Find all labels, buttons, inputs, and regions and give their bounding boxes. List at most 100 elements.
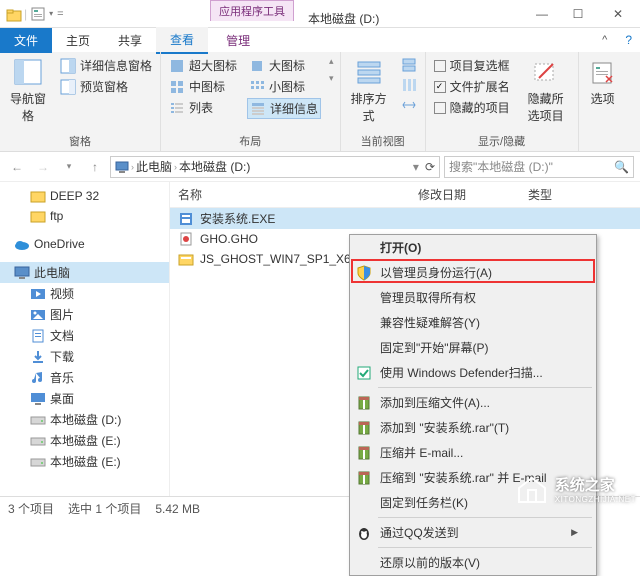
ribbon-collapse-icon[interactable]: ^ xyxy=(592,34,617,46)
col-date[interactable]: 修改日期 xyxy=(410,182,520,207)
menu-separator xyxy=(378,547,592,548)
close-button[interactable]: ✕ xyxy=(596,0,640,27)
menu-take-ownership[interactable]: 管理员取得所有权 xyxy=(350,285,596,310)
breadcrumb[interactable]: › 此电脑 › 本地磁盘 (D:) ▾ ⟳ xyxy=(110,156,440,178)
search-icon[interactable]: 🔍 xyxy=(614,160,629,174)
forward-button[interactable]: → xyxy=(32,156,54,178)
layout-details[interactable]: 详细信息 xyxy=(247,98,321,119)
options-button[interactable]: 选项 xyxy=(585,56,621,109)
preview-pane-button[interactable]: 预览窗格 xyxy=(58,77,154,96)
menu-separator xyxy=(378,517,592,518)
quick-access-toolbar: | ▾ = xyxy=(0,0,70,27)
tree-node-pictures[interactable]: 图片 xyxy=(0,304,169,325)
qat-divider: | xyxy=(24,7,27,21)
maximize-button[interactable]: ☐ xyxy=(560,0,596,27)
detail-pane-button[interactable]: 详细信息窗格 xyxy=(58,56,154,75)
tab-home[interactable]: 主页 xyxy=(52,28,104,53)
col-name[interactable]: 名称 xyxy=(170,182,410,207)
watermark-logo-icon xyxy=(515,472,549,506)
back-button[interactable]: ← xyxy=(6,156,28,178)
sort-by-button[interactable]: 排序方式 xyxy=(347,56,391,126)
menu-restore-previous[interactable]: 还原以前的版本(V) xyxy=(350,550,596,575)
properties-icon[interactable] xyxy=(31,7,45,21)
drive-icon xyxy=(30,454,46,470)
menu-add-archive[interactable]: 添加到压缩文件(A)... xyxy=(350,390,596,415)
menu-compress-email[interactable]: 压缩并 E-mail... xyxy=(350,440,596,465)
group-panes: 导航窗格 详细信息窗格 预览窗格 窗格 xyxy=(0,52,161,151)
music-icon xyxy=(30,370,46,386)
hidden-items-toggle[interactable]: 隐藏的项目 xyxy=(432,98,512,117)
hide-selected-button[interactable]: 隐藏所选项目 xyxy=(520,56,572,126)
layout-medium[interactable]: 中图标 xyxy=(167,77,239,96)
group-current-view: 排序方式 当前视图 xyxy=(341,52,426,151)
ribbon: 导航窗格 详细信息窗格 预览窗格 窗格 超大图标 中图标 列表 大图标 小图标 … xyxy=(0,52,640,152)
drive-icon xyxy=(30,412,46,428)
layout-large[interactable]: 大图标 xyxy=(247,56,321,75)
item-checkboxes-toggle[interactable]: 项目复选框 xyxy=(432,56,512,75)
tree-node-this-pc[interactable]: 此电脑 xyxy=(0,262,169,283)
menu-open[interactable]: 打开(O) xyxy=(350,235,596,260)
tab-share[interactable]: 共享 xyxy=(104,28,156,53)
chevron-right-icon[interactable]: › xyxy=(174,162,177,172)
search-input[interactable]: 搜索"本地磁盘 (D:)" 🔍 xyxy=(444,156,634,178)
list-item[interactable]: 安装系统.EXE xyxy=(170,208,640,229)
nav-pane-icon xyxy=(13,58,43,88)
group-layout: 超大图标 中图标 列表 大图标 小图标 详细信息 ▴ ▾ 布局 xyxy=(161,52,341,151)
tab-manage[interactable]: 管理 xyxy=(212,28,264,53)
layout-extra-large[interactable]: 超大图标 xyxy=(167,56,239,75)
up-button[interactable]: ↑ xyxy=(84,156,106,178)
tree-node-drive[interactable]: 本地磁盘 (E:) xyxy=(0,430,169,451)
menu-send-qq[interactable]: 通过QQ发送到▶ xyxy=(350,520,596,545)
crumb-drive[interactable]: 本地磁盘 (D:) xyxy=(179,158,250,175)
help-icon[interactable]: ? xyxy=(617,33,640,47)
drive-icon xyxy=(30,433,46,449)
crumb-pc[interactable]: 此电脑 xyxy=(136,158,172,175)
address-dropdown-icon[interactable]: ▾ xyxy=(413,160,419,174)
menu-defender-scan[interactable]: 使用 Windows Defender扫描... xyxy=(350,360,596,385)
history-dropdown[interactable]: ▾ xyxy=(58,156,80,178)
rar-icon xyxy=(356,395,372,411)
tree-node-downloads[interactable]: 下载 xyxy=(0,346,169,367)
tree-node[interactable]: ftp xyxy=(0,206,169,226)
chevron-right-icon: ▶ xyxy=(571,527,578,538)
col-type[interactable]: 类型 xyxy=(520,182,640,207)
tree-node-videos[interactable]: 视频 xyxy=(0,283,169,304)
navigation-tree[interactable]: DEEP 32 ftp OneDrive 此电脑 视频 图片 文档 下载 音乐 … xyxy=(0,182,170,496)
minimize-button[interactable]: — xyxy=(524,0,560,27)
layout-scroll-down[interactable]: ▾ xyxy=(329,73,334,84)
layout-list[interactable]: 列表 xyxy=(167,98,239,117)
onedrive-icon xyxy=(14,236,30,252)
menu-pin-start[interactable]: 固定到"开始"屏幕(P) xyxy=(350,335,596,360)
add-columns-button[interactable] xyxy=(399,76,419,94)
chevron-right-icon[interactable]: › xyxy=(131,162,134,172)
folder-icon xyxy=(30,208,46,224)
tree-node-drive[interactable]: 本地磁盘 (D:) xyxy=(0,409,169,430)
qat-dropdown-icon[interactable]: ▾ xyxy=(49,9,53,18)
group-by-button[interactable] xyxy=(399,56,419,74)
context-menu: 打开(O) 以管理员身份运行(A) 管理员取得所有权 兼容性疑难解答(Y) 固定… xyxy=(349,234,597,576)
menu-compatibility[interactable]: 兼容性疑难解答(Y) xyxy=(350,310,596,335)
layout-small[interactable]: 小图标 xyxy=(247,77,321,96)
tree-node-onedrive[interactable]: OneDrive xyxy=(0,234,169,254)
watermark-url: XITONGZHIJIA.NET xyxy=(555,495,636,504)
refresh-icon[interactable]: ⟳ xyxy=(421,160,435,174)
nav-pane-button[interactable]: 导航窗格 xyxy=(6,56,50,126)
layout-scroll-up[interactable]: ▴ xyxy=(329,56,334,67)
file-extensions-toggle[interactable]: 文件扩展名 xyxy=(432,77,512,96)
tree-node-desktop[interactable]: 桌面 xyxy=(0,388,169,409)
contextual-tab-category: 应用程序工具 xyxy=(210,0,294,21)
tree-node-music[interactable]: 音乐 xyxy=(0,367,169,388)
tab-file[interactable]: 文件 xyxy=(0,28,52,53)
pc-icon xyxy=(115,160,129,174)
tree-node-drive[interactable]: 本地磁盘 (E:) xyxy=(0,451,169,472)
qat-overflow[interactable]: = xyxy=(57,8,63,20)
address-bar: ← → ▾ ↑ › 此电脑 › 本地磁盘 (D:) ▾ ⟳ 搜索"本地磁盘 (D… xyxy=(0,152,640,182)
tree-node[interactable]: DEEP 32 xyxy=(0,186,169,206)
tree-node-documents[interactable]: 文档 xyxy=(0,325,169,346)
size-columns-button[interactable] xyxy=(399,96,419,114)
iso-icon xyxy=(178,251,194,267)
tab-view[interactable]: 查看 xyxy=(156,27,208,54)
menu-add-rar[interactable]: 添加到 "安装系统.rar"(T) xyxy=(350,415,596,440)
menu-run-as-admin[interactable]: 以管理员身份运行(A) xyxy=(350,260,596,285)
exe-icon xyxy=(178,211,194,227)
